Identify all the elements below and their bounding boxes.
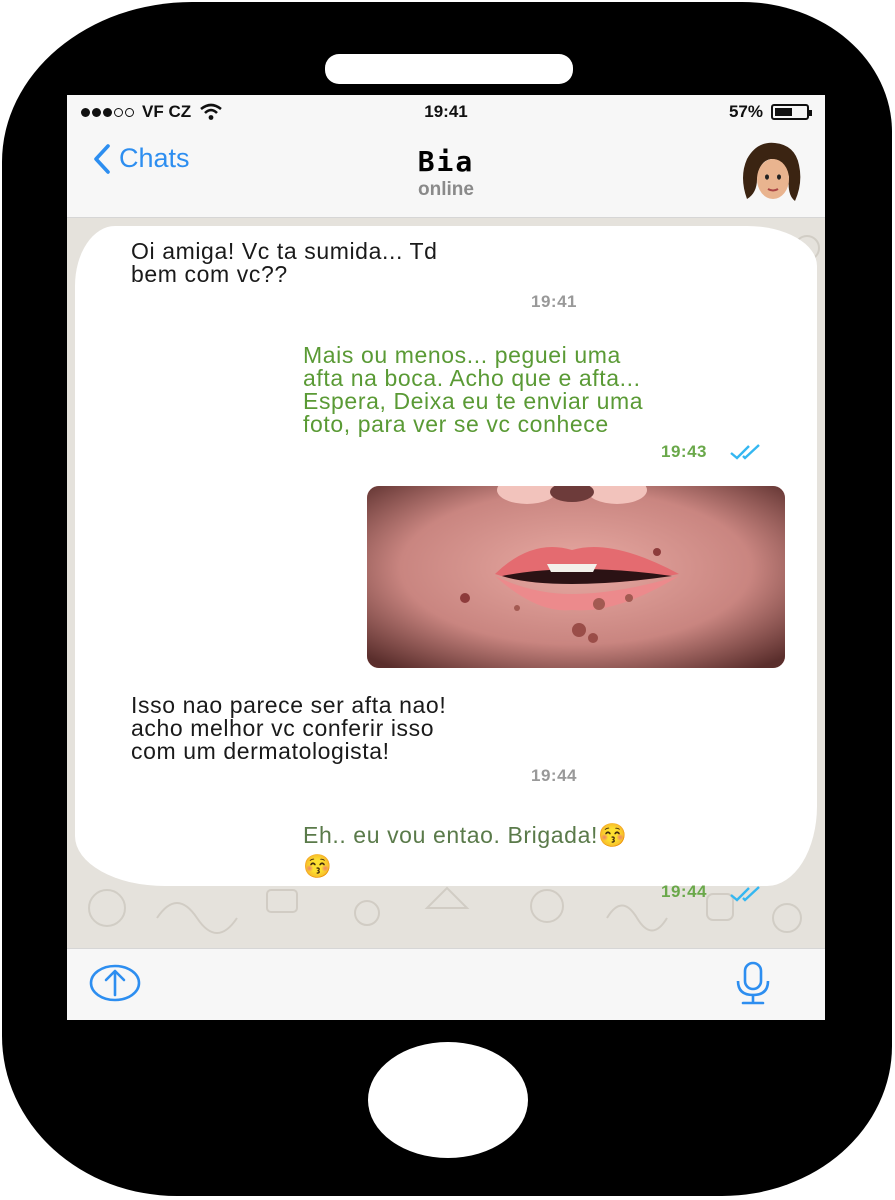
message-time: 19:44 <box>531 766 577 785</box>
contact-name: Bia <box>417 145 475 178</box>
phone-frame: VF CZ 19:41 57% Chats Bia online Oi amig… <box>2 2 892 1196</box>
lips-photo <box>367 486 785 668</box>
read-receipt-icon <box>730 444 760 460</box>
message-outgoing: Mais ou menos... peguei uma afta na boca… <box>303 344 643 436</box>
message-time: 19:44 <box>661 882 707 901</box>
battery-percent: 57% <box>728 102 763 121</box>
read-receipt-icon <box>730 886 760 902</box>
message-text: Eh.. eu vou entao. Brigada!😚 😚 <box>303 822 628 879</box>
presence-status: online <box>418 179 474 200</box>
message-text: Oi amiga! Vc ta sumida... Td bem com vc?… <box>131 238 438 287</box>
message-outgoing: Eh.. eu vou entao. Brigada!😚 😚 <box>303 820 627 882</box>
home-button[interactable] <box>368 1042 528 1158</box>
microphone-icon[interactable] <box>733 961 773 1005</box>
message-incoming: Isso nao parece ser afta nao! acho melho… <box>131 694 446 763</box>
message-text: Mais ou menos... peguei uma afta na boca… <box>303 342 644 437</box>
input-bar <box>67 948 825 1020</box>
share-upload-icon[interactable] <box>89 963 141 1003</box>
screen: VF CZ 19:41 57% Chats Bia online Oi amig… <box>67 95 825 1020</box>
battery-icon <box>771 104 812 120</box>
chat-header: Chats Bia online <box>67 129 825 218</box>
message-time: 19:43 <box>661 442 707 461</box>
phone-speaker <box>325 54 573 84</box>
photo-message[interactable] <box>367 486 785 668</box>
message-incoming: Oi amiga! Vc ta sumida... Td bem com vc?… <box>131 240 438 286</box>
message-text: Isso nao parece ser afta nao! acho melho… <box>131 692 447 764</box>
contact-info[interactable]: Bia online <box>67 145 825 201</box>
message-list[interactable]: Oi amiga! Vc ta sumida... Td bem com vc?… <box>67 218 825 948</box>
message-time: 19:41 <box>531 292 577 311</box>
avatar[interactable] <box>733 137 807 207</box>
status-time: 19:41 <box>424 102 468 121</box>
status-bar: VF CZ 19:41 57% <box>67 95 825 129</box>
